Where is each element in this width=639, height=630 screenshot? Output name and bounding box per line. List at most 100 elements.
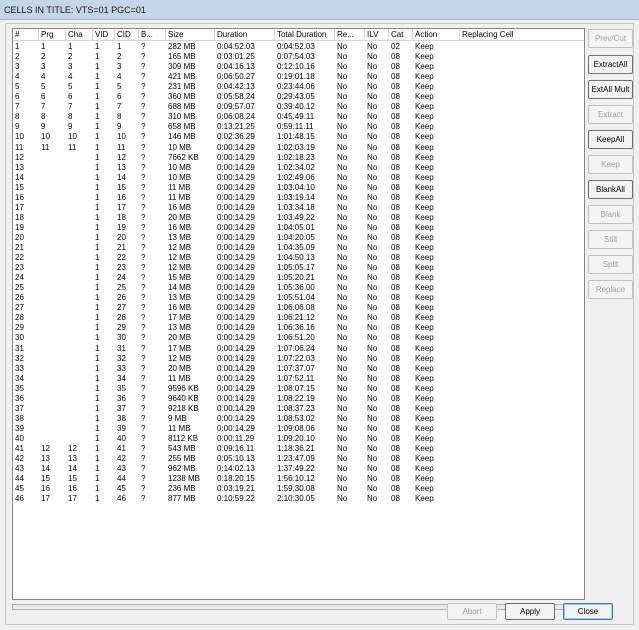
cell-number: 2 [15, 52, 20, 62]
cell-cha: 3 [68, 62, 73, 72]
cell-action: Keep [415, 383, 434, 393]
extract-button[interactable]: Extract [588, 105, 633, 124]
header-col-cid[interactable]: CID [115, 29, 139, 41]
table-row[interactable]: 28 1 28? 17 MB 0:00:14.29 1:06:21.12 No No 08 Kee… [13, 313, 584, 323]
table-row[interactable]: 36 1 36? 9640 KB 0:00:14.29 1:08:22.19 No No 08 K… [13, 394, 584, 404]
table-row[interactable]: 25 1 25? 14 MB 0:00:14.29 1:05:36.00 No No 08 Kee… [13, 283, 584, 293]
close-button[interactable]: Close [563, 603, 613, 620]
cell-replacing-cell [460, 82, 584, 92]
table-row[interactable]: 6 6 6 1 6? 360 MB 0:05:58.24 0:29:43.05 No No 08 Ke… [13, 92, 584, 102]
keepall-button[interactable]: KeepAll [588, 130, 633, 149]
cell-action: Keep [415, 464, 434, 474]
table-row[interactable]: 22 1 22? 12 MB 0:00:14.29 1:04:50.13 No No 08 Kee… [13, 253, 584, 263]
table-row[interactable]: 39 1 39? 11 MB 0:00:14.29 1:09:08.06 No No 08 Kee… [13, 424, 584, 434]
cell-total-duration: 0:39:40.12 [277, 102, 315, 112]
cell-cat: 08 [391, 112, 400, 122]
header-col-replacing-cell[interactable]: Replacing Cell [460, 29, 584, 41]
table-row[interactable]: 30 1 30? 20 MB 0:00:14.29 1:06:51.20 No No 08 Kee… [13, 333, 584, 343]
table-row[interactable]: 37 1 37? 9218 KB 0:00:14.29 1:08:37.23 No No 08 K… [13, 404, 584, 414]
cell-re: No [337, 172, 348, 182]
cell-size: 688 MB [168, 102, 196, 112]
cell-size: 9640 KB [168, 393, 199, 403]
cell-prg [39, 223, 66, 233]
cell-b: ? [141, 403, 146, 413]
prev-cut-button[interactable]: Prev/Cut [588, 29, 633, 48]
still-button[interactable]: Still [588, 230, 633, 249]
table-row[interactable]: 42 13 13 1 42? 255 MB 0:05:10.13 1:23:47.09 No No… [13, 454, 584, 464]
header-col-total-duration[interactable]: Total Duration [275, 29, 335, 41]
table-row[interactable]: 35 1 35? 9596 KB 0:00:14.29 1:08:07.15 No No 08 K… [13, 384, 584, 394]
cell-cat: 08 [391, 283, 400, 293]
table-row[interactable]: 44 15 15 1 44? 1238 MB 0:18:20.15 1:56:10.12 No N… [13, 474, 584, 484]
header-col-b[interactable]: B... [139, 29, 166, 41]
table-row[interactable]: 7 7 7 1 7? 688 MB 0:09:57.07 0:39:40.12 No No 08 Ke… [13, 102, 584, 112]
keep-button[interactable]: Keep [588, 155, 633, 174]
header-col-cha[interactable]: Cha [66, 29, 93, 41]
table-row[interactable]: 10 10 10 1 10? 146 MB 0:02:36.29 1:01:48.15 No No… [13, 132, 584, 142]
table-row[interactable]: 3 3 3 1 3? 309 MB 0:04:16.13 0:12:10.16 No No 08 Ke… [13, 62, 584, 72]
table-row[interactable]: 38 1 38? 9 MB 0:00:14.29 1:08:53.02 No No 08 Keep [13, 414, 584, 424]
table-row[interactable]: 2 2 2 1 2? 165 MB 0:03:01.25 0:07:54.03 No No 08 Ke… [13, 52, 584, 62]
header-col-re[interactable]: Re... [335, 29, 365, 41]
header-col-vid[interactable]: VID [93, 29, 115, 41]
table-row[interactable]: 9 9 9 1 9? 658 MB 0:13:21.25 0:59:11.11 No No 08 Ke… [13, 122, 584, 132]
table-row[interactable]: 17 1 17? 16 MB 0:00:14.29 1:03:34.18 No No 08 Kee… [13, 203, 584, 213]
cell-duration: 0:00:14.29 [217, 303, 255, 313]
table-row[interactable]: 43 14 14 1 43? 962 MB 0:14:02.13 1:37:49.22 No No… [13, 464, 584, 474]
table-row[interactable]: 46 17 17 1 46? 877 MB 0:10:59.22 2:10:30.05 No No… [13, 494, 584, 504]
header-col-prg[interactable]: Prg [39, 29, 66, 41]
table-row[interactable]: 12 1 12? 7662 KB 0:00:14.29 1:02:18.23 No No 08 K… [13, 153, 584, 163]
table-row[interactable]: 45 16 16 1 45? 236 MB 0:03:19.21 1:59:30.08 No No… [13, 484, 584, 494]
split-button[interactable]: Split [588, 255, 633, 274]
table-row[interactable]: 24 1 24? 15 MB 0:00:14.29 1:05:20.21 No No 08 Kee… [13, 273, 584, 283]
header-col-action[interactable]: Action [413, 29, 460, 41]
table-row[interactable]: 13 1 13? 10 MB 0:00:14.29 1:02:34.02 No No 08 Kee… [13, 163, 584, 173]
header-col-duration[interactable]: Duration [215, 29, 275, 41]
cell-cha: 6 [68, 92, 73, 102]
table-row[interactable]: 32 1 32? 12 MB 0:00:14.29 1:07:22.03 No No 08 Kee… [13, 354, 584, 364]
table-row[interactable]: 18 1 18? 20 MB 0:00:14.29 1:03:49.22 No No 08 Kee… [13, 213, 584, 223]
table-row[interactable]: 19 1 19? 16 MB 0:00:14.29 1:04:05.01 No No 08 Kee… [13, 223, 584, 233]
table-row[interactable]: 4 4 4 1 4? 421 MB 0:06:50.27 0:19:01.18 No No 08 Ke… [13, 72, 584, 82]
extractall-button[interactable]: ExtractAll [588, 55, 633, 74]
table-row[interactable]: 23 1 23? 12 MB 0:00:14.29 1:05:05.17 No No 08 Kee… [13, 263, 584, 273]
table-row[interactable]: 29 1 29? 13 MB 0:00:14.29 1:06:36.16 No No 08 Kee… [13, 323, 584, 333]
table-row[interactable]: 26 1 26? 13 MB 0:00:14.29 1:05:51.04 No No 08 Kee… [13, 293, 584, 303]
cell-b: ? [141, 494, 146, 504]
cell-number: 40 [15, 433, 24, 443]
abort-button[interactable]: Abort [447, 603, 497, 620]
cell-ilv: No [367, 313, 378, 323]
table-row[interactable]: 21 1 21? 12 MB 0:00:14.29 1:04:35.09 No No 08 Kee… [13, 243, 584, 253]
cell-re: No [337, 393, 348, 403]
cells-list[interactable]: # Prg Cha VID CID B... Size Duration Total Durat… [12, 28, 585, 600]
table-row[interactable]: 40 1 40? 8112 KB 0:00:11.29 1:09:20.10 No No 08 K… [13, 434, 584, 444]
extall-mult-button[interactable]: ExtAll Mult [588, 80, 633, 99]
table-row[interactable]: 16 1 16? 11 MB 0:00:14.29 1:03:19.14 No No 08 Kee… [13, 193, 584, 203]
header-col-cat[interactable]: Cat [389, 29, 413, 41]
blank-button[interactable]: Blank [588, 205, 633, 224]
cell-cid: 37 [117, 403, 126, 413]
table-row[interactable]: 14 1 14? 10 MB 0:00:14.29 1:02:49.06 No No 08 Kee… [13, 173, 584, 183]
blankall-button[interactable]: BlankAll [588, 180, 633, 199]
cell-cat: 08 [391, 243, 400, 252]
apply-button[interactable]: Apply [505, 603, 555, 620]
table-row[interactable]: 11 11 11 1 11? 10 MB 0:00:14.29 1:02:03.19 No No 0… [13, 143, 584, 153]
table-row[interactable]: 31 1 31? 17 MB 0:00:14.29 1:07:06.24 No No 08 Kee… [13, 344, 584, 354]
header-col-number[interactable]: # [13, 29, 39, 41]
table-row[interactable]: 5 5 5 1 5? 231 MB 0:04:42.13 0:23:44.06 No No 08 Ke… [13, 82, 584, 92]
table-row[interactable]: 27 1 27? 16 MB 0:00:14.29 1:06:06.08 No No 08 Kee… [13, 303, 584, 313]
cell-duration: 0:03:01.25 [217, 52, 255, 62]
replace-button[interactable]: Replace [588, 280, 633, 299]
table-row[interactable]: 1 1 1 1 1? 282 MB 0:04:52.03 0:04:52.03 No No 02 Ke… [13, 42, 584, 52]
table-row[interactable]: 8 8 8 1 8? 310 MB 0:06:08.24 0:45:49.11 No No 08 Ke… [13, 112, 584, 122]
header-col-size[interactable]: Size [166, 29, 215, 41]
table-row[interactable]: 34 1 34? 11 MB 0:00:14.29 1:07:52.11 No No 08 Kee… [13, 374, 584, 384]
header-col-ilv[interactable]: ILV [365, 29, 389, 41]
cell-size: 20 MB [168, 363, 192, 373]
table-row[interactable]: 15 1 15? 11 MB 0:00:14.29 1:03:04.10 No No 08 Kee… [13, 183, 584, 193]
table-row[interactable]: 33 1 33? 20 MB 0:00:14.29 1:07:37.07 No No 08 Kee… [13, 364, 584, 374]
cell-re: No [337, 433, 348, 443]
table-row[interactable]: 41 12 12 1 41? 543 MB 0:09:16.11 1:18:36.21 No No… [13, 444, 584, 454]
table-row[interactable]: 20 1 20? 13 MB 0:00:14.29 1:04:20.05 No No 08 Kee… [13, 233, 584, 243]
horizontal-scrollbar[interactable] [12, 604, 585, 610]
